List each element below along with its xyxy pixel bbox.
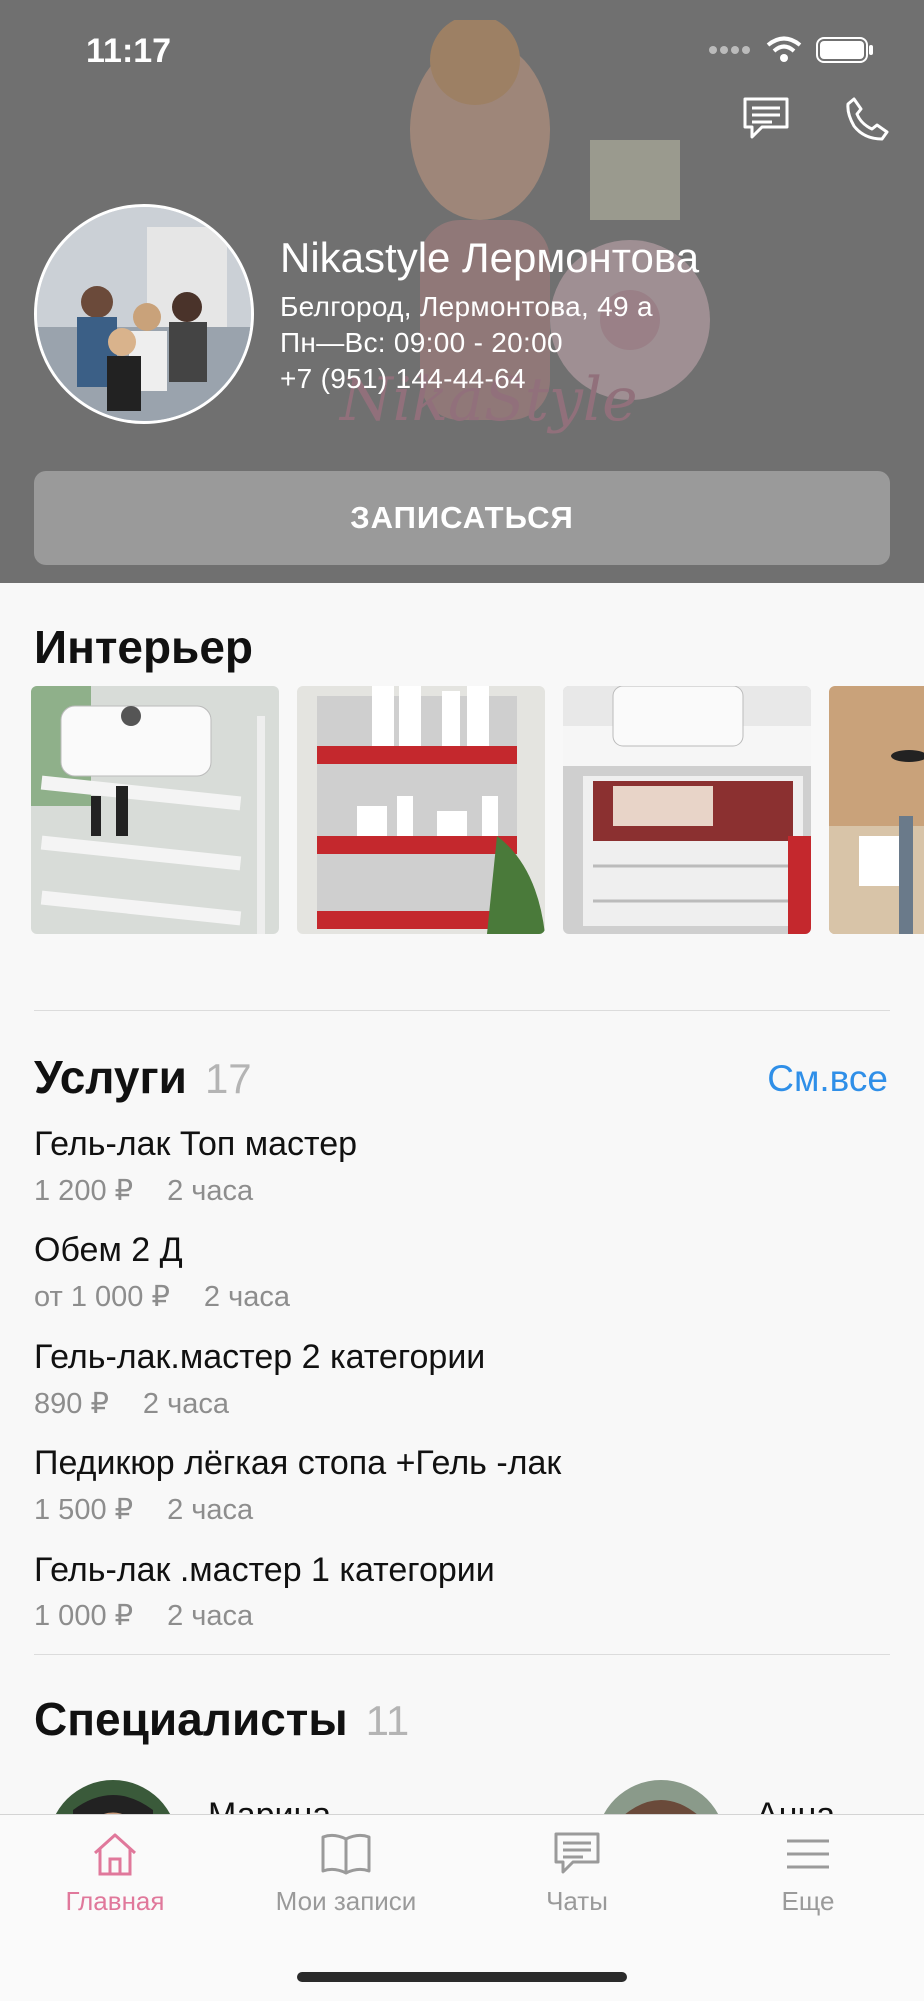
- services-title-text: Услуги: [34, 1051, 187, 1103]
- tab-label: Мои записи: [275, 1886, 417, 1916]
- service-meta: 1 200 ₽ 2 часа: [34, 1173, 253, 1208]
- service-name[interactable]: Педикюр лёгкая стопа +Гель -лак: [34, 1444, 561, 1483]
- specialists-count: 11: [365, 1697, 410, 1744]
- salon-address: Белгород, Лермонтова, 49 а: [280, 291, 653, 322]
- services-count: 17: [204, 1055, 252, 1102]
- service-duration: 2 часа: [203, 1281, 290, 1313]
- service-meta: 1 000 ₽ 2 часа: [34, 1598, 253, 1633]
- service-price: 1 000 ₽: [34, 1600, 134, 1632]
- chat-icon[interactable]: [742, 96, 790, 140]
- service-name[interactable]: Обем 2 Д: [34, 1231, 183, 1270]
- salon-header: NikaStyle 11:17 Nikastyle Лермонтова Бел…: [0, 0, 924, 583]
- salon-hours: Пн—Вс: 09:00 - 20:00: [280, 327, 563, 358]
- services-title: Услуги 17: [34, 1050, 252, 1104]
- interior-photo[interactable]: [297, 686, 545, 934]
- service-duration: 2 часа: [167, 1175, 254, 1207]
- service-meta: от 1 000 ₽ 2 часа: [34, 1279, 290, 1314]
- salon-avatar: [34, 204, 254, 424]
- specialists-title-text: Специалисты: [34, 1693, 348, 1745]
- interior-photo[interactable]: [563, 686, 811, 934]
- tab-my-bookings[interactable]: Мои записи: [251, 1831, 441, 1917]
- service-name[interactable]: Гель-лак Топ мастер: [34, 1125, 357, 1164]
- battery-icon: [816, 37, 873, 63]
- service-price: 890 ₽: [34, 1388, 109, 1420]
- book-button[interactable]: ЗАПИСАТЬСЯ: [34, 471, 890, 565]
- specialists-title: Специалисты 11: [34, 1692, 409, 1746]
- service-price: 1 200 ₽: [34, 1175, 134, 1207]
- status-bar: 11:17: [0, 28, 924, 78]
- home-indicator[interactable]: [297, 1972, 627, 1982]
- status-time: 11:17: [86, 32, 172, 70]
- signal-icon: [709, 46, 750, 54]
- home-icon: [93, 1833, 137, 1876]
- service-meta: 890 ₽ 2 часа: [34, 1386, 229, 1421]
- section-divider: [34, 1010, 890, 1011]
- interior-photo[interactable]: [829, 686, 924, 934]
- salon-name: Nikastyle Лермонтова: [280, 234, 700, 281]
- service-price: от 1 000 ₽: [34, 1281, 170, 1313]
- tab-more[interactable]: Еще: [713, 1831, 903, 1917]
- interior-title: Интерьер: [34, 621, 254, 673]
- tab-label: Чаты: [546, 1886, 608, 1916]
- interior-gallery[interactable]: [31, 686, 924, 934]
- menu-icon: [787, 1839, 829, 1869]
- chat-icon: [554, 1832, 600, 1874]
- section-divider: [34, 1654, 890, 1655]
- tab-label: Главная: [65, 1886, 165, 1916]
- service-name[interactable]: Гель-лак.мастер 2 категории: [34, 1338, 485, 1377]
- tab-label: Еще: [781, 1886, 835, 1916]
- service-duration: 2 часа: [167, 1494, 254, 1526]
- book-icon: [321, 1833, 371, 1875]
- service-price: 1 500 ₽: [34, 1494, 134, 1526]
- interior-photo[interactable]: [31, 686, 279, 934]
- phone-icon[interactable]: [844, 96, 890, 142]
- tab-home[interactable]: Главная: [20, 1831, 210, 1917]
- service-meta: 1 500 ₽ 2 часа: [34, 1492, 253, 1527]
- see-all-services-link[interactable]: См.все: [767, 1058, 888, 1100]
- service-duration: 2 часа: [167, 1600, 254, 1632]
- salon-photo: [37, 207, 251, 421]
- wifi-icon: [766, 36, 802, 62]
- tab-chats[interactable]: Чаты: [482, 1831, 672, 1917]
- service-duration: 2 часа: [142, 1388, 229, 1420]
- salon-phone[interactable]: +7 (951) 144-44-64: [280, 363, 526, 395]
- service-name[interactable]: Гель-лак .мастер 1 категории: [34, 1551, 495, 1590]
